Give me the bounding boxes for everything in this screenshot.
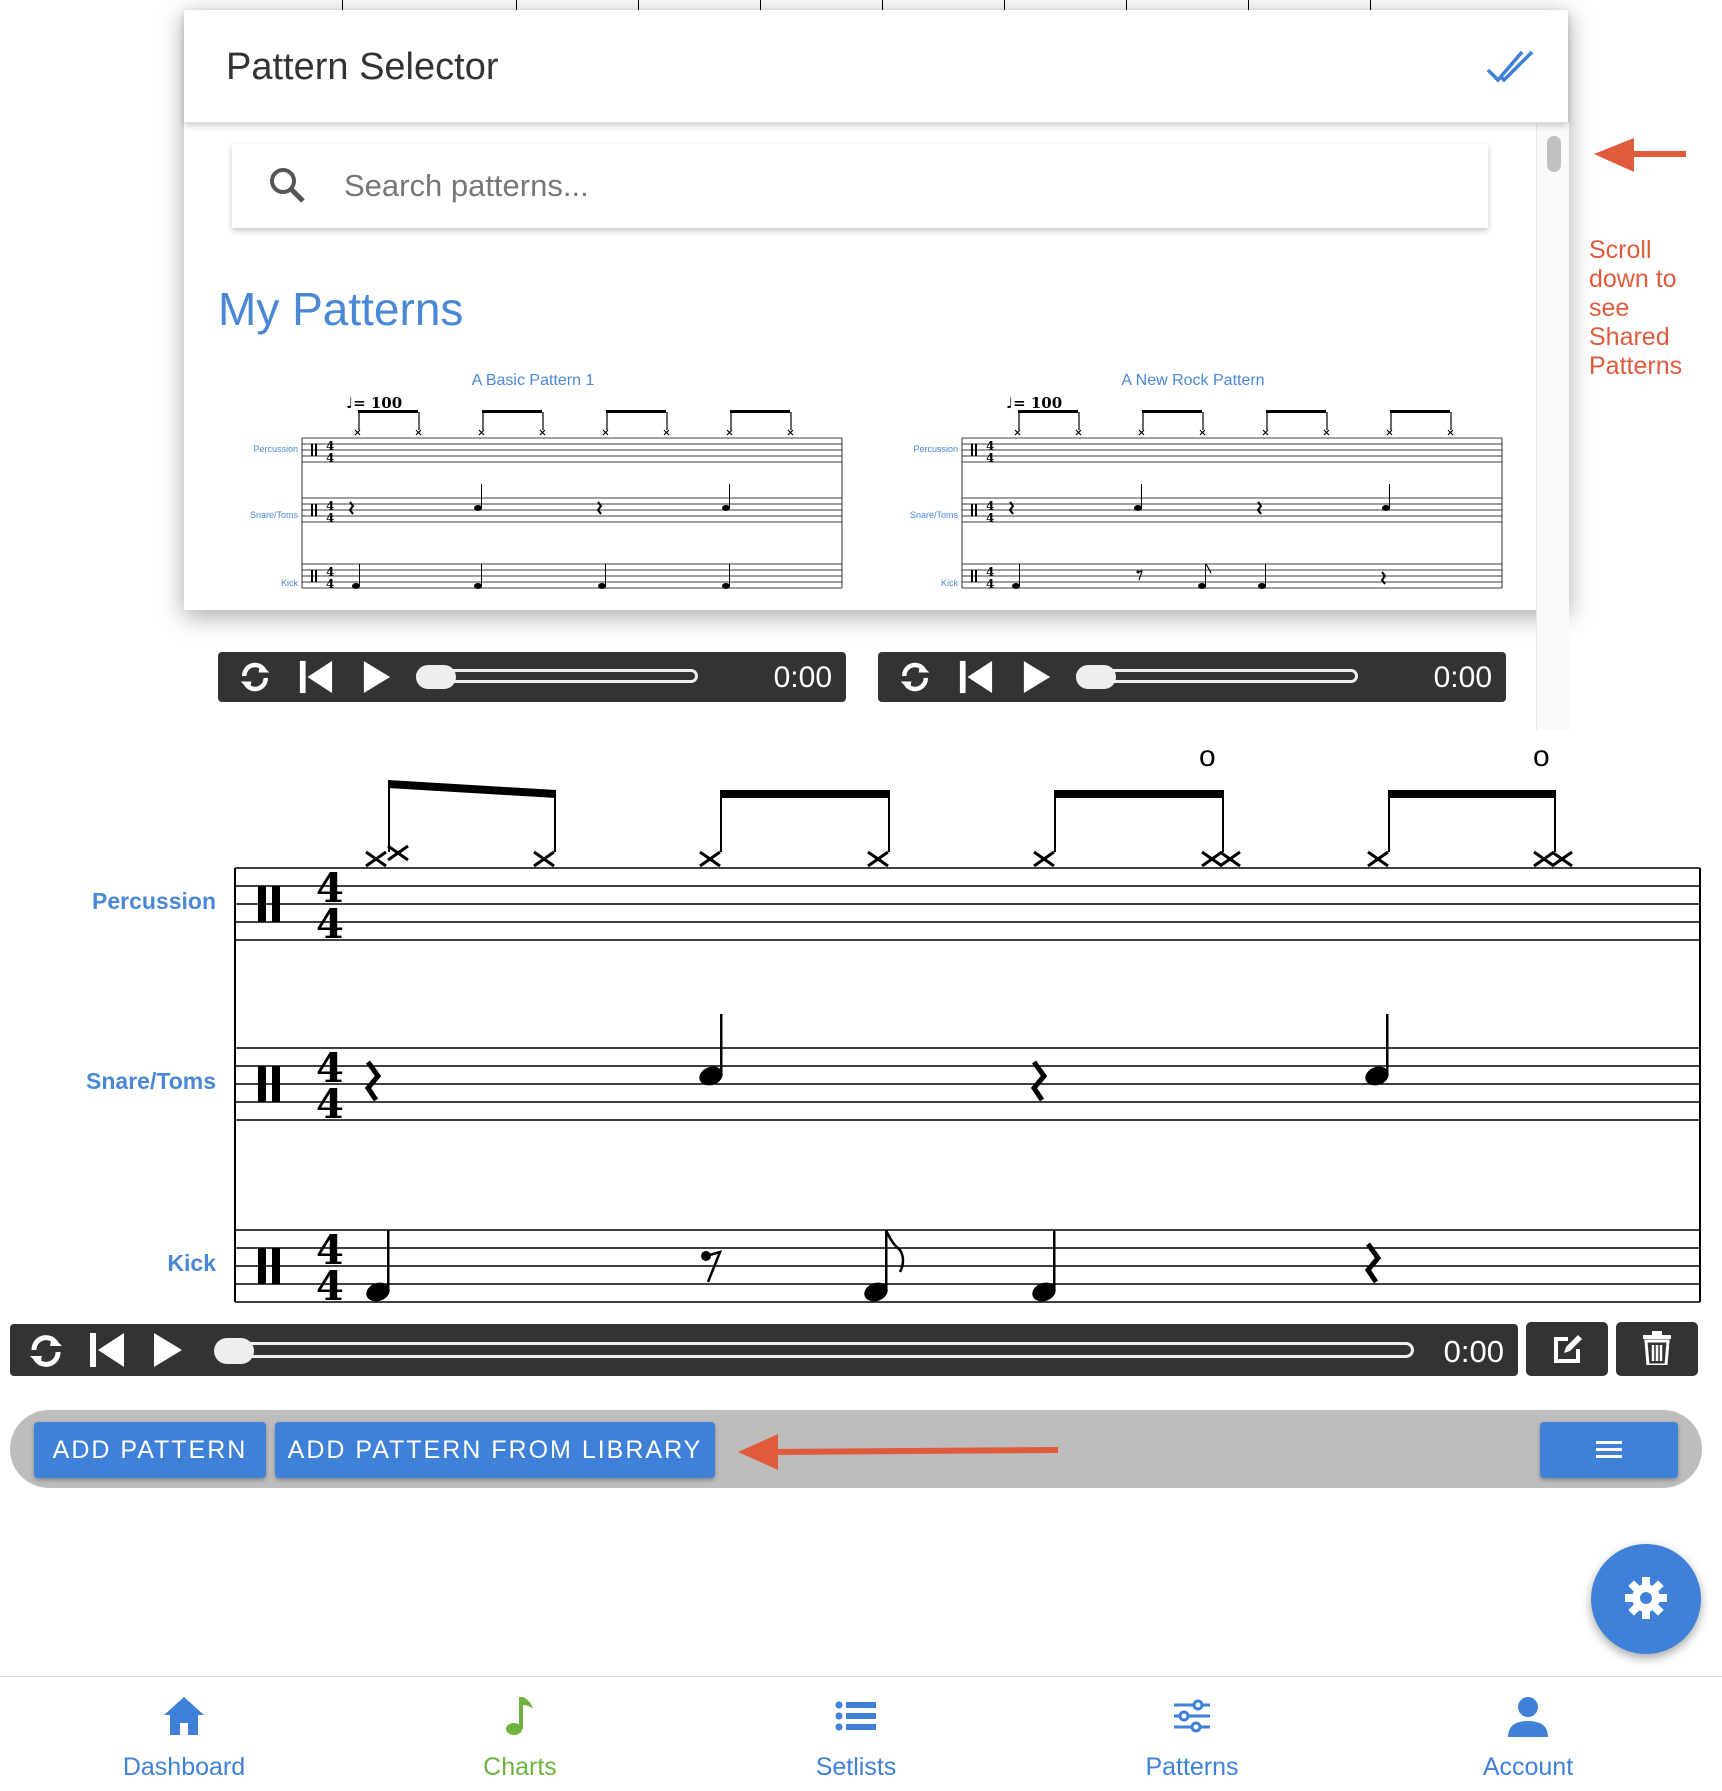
svg-text:4: 4 [986, 577, 994, 591]
progress-knob[interactable] [214, 1338, 254, 1364]
mini-player: 0:00 [218, 652, 846, 702]
mini-player: 0:00 [878, 652, 1506, 702]
nav-item-patterns[interactable]: Patterns [1092, 1677, 1292, 1791]
svg-text:4: 4 [316, 1081, 344, 1128]
loop-icon[interactable] [236, 660, 274, 699]
mini-staff-notation: 44 44 44 [301, 410, 843, 591]
edit-button[interactable] [1526, 1322, 1608, 1376]
skip-back-icon[interactable] [958, 660, 994, 699]
pattern-card[interactable]: A New Rock Pattern ♩= 100 Percussion Sna… [878, 372, 1508, 717]
progress-track[interactable] [1076, 669, 1358, 683]
section-title-my-patterns: My Patterns [218, 283, 464, 335]
svg-text:4: 4 [316, 1263, 344, 1310]
scrollbar-thumb[interactable] [1547, 136, 1561, 172]
search-icon [268, 166, 306, 209]
pattern-selector-dialog: Pattern Selector My Patterns A Basic Pat… [184, 10, 1569, 730]
annotation-line: Scroll [1589, 236, 1652, 264]
nav-item-account[interactable]: Account [1428, 1677, 1628, 1791]
search-box [232, 144, 1488, 228]
time-readout: 0:00 [1443, 1334, 1504, 1369]
sliders-icon [1174, 1699, 1210, 1733]
progress-knob[interactable] [416, 665, 456, 689]
annotation-arrow-left [738, 1434, 1059, 1470]
play-icon[interactable] [1022, 660, 1052, 699]
settings-fab[interactable] [1591, 1544, 1701, 1654]
pattern-card[interactable]: A Basic Pattern 1 ♩= 100 Percussion Snar… [218, 372, 848, 717]
nav-item-setlists[interactable]: Setlists [756, 1677, 956, 1791]
annotation-line: down to [1589, 265, 1677, 293]
annotation-line: see [1589, 294, 1630, 322]
annotation-note: Scroll down to see Shared Patterns [1589, 236, 1682, 381]
menu-icon [1596, 1440, 1622, 1458]
nav-label: Setlists [815, 1753, 897, 1781]
person-icon [1508, 1697, 1548, 1737]
svg-text:4: 4 [316, 901, 344, 948]
play-icon[interactable] [362, 660, 392, 699]
mini-staff-notation: 44 44 44 [961, 410, 1503, 591]
edit-icon [1554, 1334, 1582, 1363]
skip-back-icon[interactable] [88, 1333, 126, 1372]
music-note-icon [506, 1697, 533, 1735]
skip-back-icon[interactable] [298, 660, 334, 699]
svg-text:4: 4 [326, 451, 334, 465]
annotation-line: Patterns [1589, 352, 1683, 380]
annotation-arrow-scroll [1594, 138, 1686, 172]
nav-item-charts[interactable]: Charts [420, 1677, 620, 1791]
nav-label: Account [1482, 1753, 1574, 1781]
add-pattern-from-library-button[interactable]: ADD PATTERN FROM LIBRARY [275, 1422, 715, 1478]
annotation-line: Shared [1589, 323, 1670, 351]
time-readout: 0:00 [773, 661, 832, 694]
dialog-title: Pattern Selector [226, 46, 499, 88]
svg-text:4: 4 [326, 577, 334, 591]
home-icon [164, 1697, 204, 1735]
progress-track[interactable] [416, 669, 698, 683]
svg-text:4: 4 [986, 511, 994, 525]
gear-icon [1625, 1576, 1667, 1619]
play-icon[interactable] [152, 1333, 184, 1372]
svg-text:4: 4 [986, 451, 994, 465]
add-pattern-button[interactable]: ADD PATTERN [34, 1422, 266, 1478]
loop-icon[interactable] [896, 660, 934, 699]
trash-icon [1643, 1330, 1671, 1366]
nav-item-dashboard[interactable]: Dashboard [84, 1677, 284, 1791]
progress-knob[interactable] [1076, 665, 1116, 689]
nav-label: Charts [483, 1753, 557, 1781]
svg-text:4: 4 [326, 511, 334, 525]
dialog-body[interactable]: My Patterns A Basic Pattern 1 ♩= 100 Per… [184, 122, 1536, 730]
progress-track[interactable] [216, 1342, 1414, 1358]
search-input[interactable] [342, 160, 1446, 212]
nav-label: Patterns [1145, 1753, 1239, 1781]
nav-label: Dashboard [122, 1753, 246, 1781]
bottom-nav: Dashboard Charts Setlists Patterns Accou… [0, 1676, 1722, 1791]
main-player: 0:00 [10, 1324, 1518, 1376]
double-check-icon[interactable] [1486, 50, 1534, 89]
loop-icon[interactable] [26, 1332, 66, 1375]
time-readout: 0:00 [1433, 661, 1492, 694]
dialog-scrollbar[interactable] [1536, 122, 1569, 730]
menu-button[interactable] [1540, 1422, 1678, 1478]
dialog-header: Pattern Selector [184, 10, 1568, 123]
delete-button[interactable] [1616, 1322, 1698, 1376]
list-icon [835, 1701, 876, 1731]
